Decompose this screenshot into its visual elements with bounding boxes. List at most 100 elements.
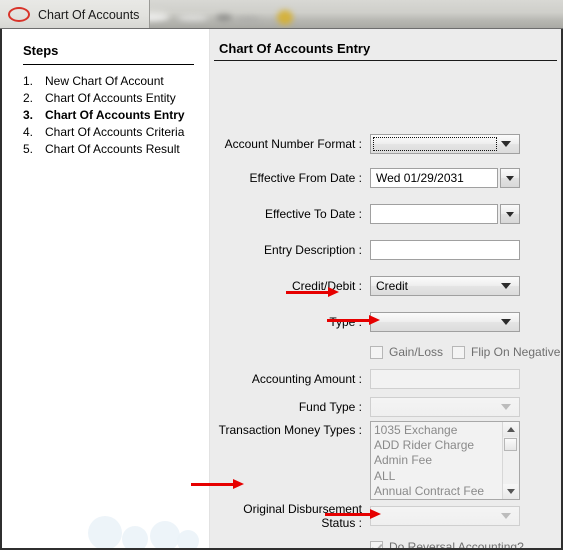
step-number: 5. bbox=[23, 142, 34, 156]
decorative-bubble bbox=[88, 516, 122, 548]
credit-debit-combobox[interactable]: Credit bbox=[370, 276, 520, 296]
do-reversal-accounting-label: Do Reversal Accounting? bbox=[389, 540, 524, 548]
chevron-down-icon bbox=[501, 319, 511, 325]
transaction-money-types-listbox[interactable]: 1035 Exchange ADD Rider Charge Admin Fee… bbox=[370, 421, 520, 500]
steps-list: 1. New Chart Of Account 2. Chart Of Acco… bbox=[23, 73, 203, 158]
chevron-down-icon bbox=[501, 283, 511, 289]
page-title-divider bbox=[214, 60, 557, 61]
fund-type-label: Fund Type : bbox=[298, 400, 362, 414]
sidebar-item-chart-of-accounts-entry[interactable]: 3. Chart Of Accounts Entry bbox=[23, 107, 203, 123]
accounting-amount-label: Accounting Amount : bbox=[251, 372, 362, 386]
chevron-down-icon bbox=[506, 211, 514, 217]
list-item[interactable]: 1035 Exchange bbox=[374, 423, 502, 438]
scrollbar-thumb[interactable] bbox=[504, 438, 517, 451]
credit-debit-value: Credit bbox=[376, 279, 409, 293]
field-row-fund-type: Fund Type : bbox=[210, 395, 561, 419]
titlebar-blur-artifact bbox=[178, 15, 208, 21]
caret-up-icon bbox=[506, 427, 515, 432]
scroll-up-button[interactable] bbox=[503, 422, 518, 437]
sidebar-item-chart-of-accounts-criteria[interactable]: 4. Chart Of Accounts Criteria bbox=[23, 124, 203, 140]
chevron-down-icon bbox=[501, 404, 511, 410]
content-pane: Chart Of Accounts Entry Account Number F… bbox=[210, 29, 561, 548]
field-row-credit-debit: Credit/Debit : Credit bbox=[210, 274, 561, 298]
steps-pane: Steps 1. New Chart Of Account 2. Chart O… bbox=[2, 29, 209, 548]
listbox-items: 1035 Exchange ADD Rider Charge Admin Fee… bbox=[371, 422, 502, 499]
type-label: Type : bbox=[329, 315, 362, 329]
flip-on-negative-label: Flip On Negative bbox=[471, 345, 561, 359]
field-row-account-number-format: Account Number Format : bbox=[210, 132, 561, 156]
titlebar-blur-artifact bbox=[236, 16, 260, 22]
chevron-down-icon bbox=[506, 175, 514, 181]
account-number-format-label: Account Number Format : bbox=[224, 137, 362, 151]
effective-to-date-dropdown-button[interactable] bbox=[500, 204, 520, 224]
step-label: Chart Of Accounts Entity bbox=[45, 91, 176, 105]
list-item[interactable]: Admin Fee bbox=[374, 453, 502, 468]
step-label: New Chart Of Account bbox=[45, 74, 164, 88]
fund-type-combobox[interactable] bbox=[370, 397, 520, 417]
checkbox-box bbox=[370, 540, 383, 548]
effective-from-date-label: Effective From Date : bbox=[249, 171, 362, 185]
effective-from-date-input[interactable]: Wed 01/29/2031 bbox=[370, 168, 498, 188]
window-title-bar: Chart Of Accounts bbox=[0, 0, 563, 29]
flip-on-negative-checkbox[interactable]: Flip On Negative bbox=[452, 345, 560, 359]
entry-description-input[interactable] bbox=[370, 240, 520, 260]
list-item[interactable]: Annual Contract Fee bbox=[374, 484, 502, 499]
step-label: Chart Of Accounts Entry bbox=[45, 108, 185, 122]
field-row-entry-description: Entry Description : bbox=[210, 238, 561, 262]
window-body: Steps 1. New Chart Of Account 2. Chart O… bbox=[0, 29, 563, 550]
sidebar-item-chart-of-accounts-entity[interactable]: 2. Chart Of Accounts Entity bbox=[23, 90, 203, 106]
step-number: 2. bbox=[23, 91, 34, 105]
do-reversal-accounting-checkbox[interactable]: Do Reversal Accounting? bbox=[370, 540, 524, 548]
sidebar-item-chart-of-accounts-result[interactable]: 5. Chart Of Accounts Result bbox=[23, 141, 203, 157]
effective-to-date-label: Effective To Date : bbox=[265, 207, 362, 221]
field-row-transaction-money-types: Transaction Money Types : 1035 Exchange … bbox=[210, 421, 561, 500]
accounting-amount-input[interactable] bbox=[370, 369, 520, 389]
account-number-format-combobox[interactable] bbox=[370, 134, 520, 154]
field-row-do-reversal-accounting: Do Reversal Accounting? bbox=[210, 535, 561, 548]
effective-from-date-dropdown-button[interactable] bbox=[500, 168, 520, 188]
titlebar-blur-artifact bbox=[216, 14, 232, 21]
field-row-type: Type : bbox=[210, 310, 561, 334]
decorative-bubble bbox=[177, 530, 199, 548]
step-label: Chart Of Accounts Criteria bbox=[45, 125, 185, 139]
chevron-down-icon bbox=[501, 141, 511, 147]
sidebar-item-new-chart-of-account[interactable]: 1. New Chart Of Account bbox=[23, 73, 203, 89]
field-row-effective-from-date: Effective From Date : Wed 01/29/2031 bbox=[210, 166, 561, 190]
decorative-bubble bbox=[122, 526, 148, 548]
effective-to-date-input[interactable] bbox=[370, 204, 498, 224]
application-window: Chart Of Accounts Steps 1. New Chart Of … bbox=[0, 0, 563, 550]
field-row-original-disbursement-status: Original Disbursement Status : bbox=[210, 502, 561, 530]
type-combobox[interactable] bbox=[370, 312, 520, 332]
list-item[interactable]: ALL bbox=[374, 469, 502, 484]
original-disbursement-status-combobox[interactable] bbox=[370, 506, 520, 526]
decorative-bubble bbox=[150, 521, 180, 548]
listbox-scrollbar[interactable] bbox=[502, 422, 519, 499]
list-item[interactable]: ADD Rider Charge bbox=[374, 438, 502, 453]
entry-description-label: Entry Description : bbox=[263, 243, 362, 257]
gain-loss-label: Gain/Loss bbox=[389, 345, 444, 359]
effective-to-date-picker[interactable] bbox=[370, 204, 520, 224]
page-title: Chart Of Accounts Entry bbox=[219, 41, 371, 56]
checkbox-box bbox=[370, 345, 383, 359]
original-disbursement-status-label: Original Disbursement Status : bbox=[243, 502, 362, 530]
titlebar-blur-artifact bbox=[277, 10, 293, 25]
field-row-accounting-amount: Accounting Amount : bbox=[210, 367, 561, 391]
step-number: 4. bbox=[23, 125, 34, 139]
red-oval-icon bbox=[8, 7, 30, 22]
window-tab-label: Chart Of Accounts bbox=[38, 7, 140, 22]
field-row-flags: Gain/Loss Flip On Negative bbox=[210, 340, 561, 364]
scroll-down-button[interactable] bbox=[503, 484, 518, 499]
credit-debit-label: Credit/Debit : bbox=[291, 279, 362, 293]
transaction-money-types-label: Transaction Money Types : bbox=[218, 423, 362, 437]
field-row-effective-to-date: Effective To Date : bbox=[210, 202, 561, 226]
gain-loss-checkbox[interactable]: Gain/Loss bbox=[370, 345, 452, 359]
chevron-down-icon bbox=[501, 513, 511, 519]
caret-down-icon bbox=[506, 489, 515, 494]
step-number: 1. bbox=[23, 74, 34, 88]
steps-heading: Steps bbox=[23, 43, 59, 58]
effective-from-date-picker[interactable]: Wed 01/29/2031 bbox=[370, 168, 520, 188]
step-label: Chart Of Accounts Result bbox=[45, 142, 180, 156]
steps-heading-divider bbox=[23, 64, 194, 65]
checkbox-box bbox=[452, 345, 465, 359]
window-tab-chart-of-accounts[interactable]: Chart Of Accounts bbox=[0, 0, 151, 28]
